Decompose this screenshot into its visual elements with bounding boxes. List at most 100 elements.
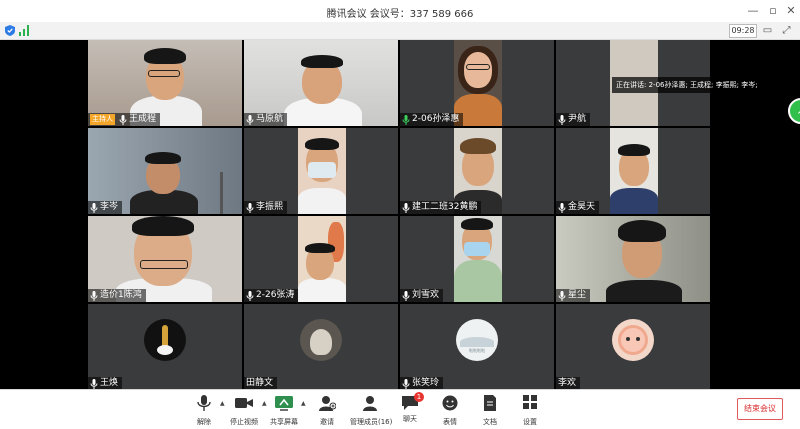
speaking-indicator: 正在讲话: 2-06孙泽惠; 王成程; 李振熙; 李岑; (612, 77, 765, 93)
chat-label: 聊天 (403, 415, 417, 423)
invite-button[interactable]: 邀请 (309, 393, 345, 427)
video-tile[interactable]: 啦啦啦啦 张笑玲 (400, 304, 554, 390)
microphone-active-icon (402, 114, 410, 125)
avatar-caption: 啦啦啦啦 (469, 348, 485, 353)
settings-button[interactable]: 设置 (512, 393, 548, 427)
close-icon[interactable]: ✕ (783, 3, 799, 19)
info-bar: 09:28 ▭ ⤢ (0, 22, 800, 40)
participant-name: 尹航 (568, 114, 587, 124)
share-options-caret-icon[interactable]: ▲ (301, 400, 306, 407)
participant-name: 建工二班32黄鹏 (412, 202, 478, 212)
microphone-icon (402, 290, 410, 301)
microphone-icon (402, 202, 410, 213)
video-tile[interactable]: 建工二班32黄鹏 (400, 128, 554, 214)
invite-label: 邀请 (320, 418, 334, 426)
meeting-timer: 09:28 (729, 24, 757, 38)
video-tile[interactable]: 造价1陈鸿 (88, 216, 242, 302)
manage-members-label: 管理成员(16) (350, 418, 393, 426)
microphone-icon (246, 290, 254, 301)
chat-button[interactable]: 1 聊天 (392, 392, 428, 427)
microphone-icon (246, 114, 254, 125)
participant-label: 建工二班32黄鹏 (400, 201, 482, 214)
video-tile[interactable]: 星尘 (556, 216, 710, 302)
documents-button[interactable]: 文档 (472, 393, 508, 427)
microphone-icon (197, 395, 211, 411)
document-icon (484, 395, 496, 411)
video-tile[interactable]: 刘雪欢 (400, 216, 554, 302)
participant-name: 王成程 (129, 114, 157, 124)
stop-video-label: 停止视频 (230, 418, 258, 426)
video-tile[interactable]: 王焕 (88, 304, 242, 390)
participant-name: 2-26张涛 (256, 290, 295, 300)
mute-label: 解除 (197, 418, 211, 426)
fullscreen-icon[interactable]: ⤢ (780, 24, 793, 37)
video-tile[interactable]: 田静文 (244, 304, 398, 390)
video-tile[interactable]: 马原航 (244, 40, 398, 126)
restore-icon[interactable]: ▫ (765, 3, 781, 19)
settings-grid-icon (523, 395, 537, 409)
microphone-icon (90, 290, 98, 301)
participant-name: 金昊天 (568, 202, 596, 212)
video-tile[interactable]: 李岑 (88, 128, 242, 214)
microphone-icon (246, 202, 254, 213)
invite-user-icon (319, 396, 337, 411)
video-camera-icon (235, 398, 253, 408)
avatar (300, 319, 342, 361)
participant-label: 刘雪欢 (400, 289, 444, 302)
video-tile[interactable]: 金昊天 (556, 128, 710, 214)
participant-name: 2-06孙泽惠 (412, 114, 460, 124)
microphone-icon (90, 378, 98, 389)
video-tile[interactable]: 李振熙 (244, 128, 398, 214)
video-tile[interactable]: 2-06孙泽惠 (400, 40, 554, 126)
avatar (144, 319, 186, 361)
avatar: 啦啦啦啦 (456, 319, 498, 361)
participant-label: 李振熙 (244, 201, 288, 214)
participant-name: 刘雪欢 (412, 290, 440, 300)
participant-label: 马原航 (244, 113, 288, 126)
floating-badge-icon[interactable]: ↗ (788, 98, 800, 124)
share-screen-label: 共享屏幕 (270, 418, 298, 426)
participant-name: 造价1陈鸿 (100, 290, 142, 300)
mute-button[interactable]: 解除 (186, 393, 222, 427)
chat-unread-badge: 1 (414, 392, 424, 402)
manage-members-button[interactable]: 管理成员(16) (350, 393, 393, 427)
window-title: 腾讯会议 会议号：337 589 666 (326, 9, 474, 20)
end-meeting-button[interactable]: 结束会议 (737, 398, 783, 420)
participant-label: 李岑 (88, 201, 123, 214)
microphone-icon (558, 290, 566, 301)
video-tile[interactable]: 李欢 (556, 304, 710, 390)
participant-label: 星尘 (556, 289, 591, 302)
participant-label: 2-06孙泽惠 (400, 113, 464, 126)
video-tile[interactable]: 2-26张涛 (244, 216, 398, 302)
participant-label: 2-26张涛 (244, 289, 299, 302)
participant-name: 李振熙 (256, 202, 284, 212)
settings-label: 设置 (523, 418, 537, 426)
share-screen-button[interactable]: 共享屏幕 (266, 393, 302, 427)
reactions-button[interactable]: 表情 (432, 393, 468, 427)
microphone-icon (119, 114, 127, 125)
signal-strength-icon[interactable] (19, 25, 31, 36)
reactions-label: 表情 (443, 418, 457, 426)
documents-label: 文档 (483, 418, 497, 426)
participant-name: 星尘 (568, 290, 587, 300)
microphone-icon (90, 202, 98, 213)
microphone-icon (558, 114, 566, 125)
microphone-icon (558, 202, 566, 213)
meeting-toolbar: 解除 ▲ 停止视频 ▲ 共享屏幕 ▲ 邀请 管理成员(16) 1 聊天 表情 文… (0, 389, 800, 429)
microphone-icon (402, 378, 410, 389)
avatar (612, 319, 654, 361)
title-bar: 腾讯会议 会议号：337 589 666 — ▫ ✕ (0, 0, 800, 23)
participant-label: 尹航 (556, 113, 591, 126)
share-screen-icon (275, 396, 293, 411)
members-icon (363, 396, 377, 411)
mute-options-caret-icon[interactable]: ▲ (220, 400, 225, 407)
participant-name: 李岑 (100, 202, 119, 212)
layout-icon[interactable]: ▭ (761, 24, 774, 37)
host-tag: 主持人 (90, 114, 115, 125)
video-tile[interactable]: 主持人 王成程 (88, 40, 242, 126)
security-shield-icon[interactable] (5, 25, 15, 36)
minimize-icon[interactable]: — (745, 3, 761, 19)
participant-label: 造价1陈鸿 (88, 289, 146, 302)
stop-video-button[interactable]: 停止视频 (226, 393, 262, 427)
emoji-icon (442, 395, 458, 411)
